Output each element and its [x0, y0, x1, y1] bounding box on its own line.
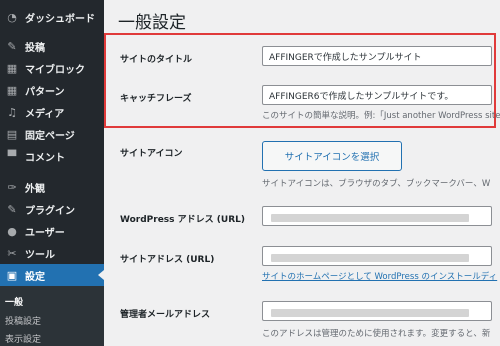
wordpress-address-label: WordPress アドレス (URL) [120, 215, 245, 225]
sidebar-item-tools[interactable]: ✂ ツール [0, 242, 104, 264]
sidebar-item-posts[interactable]: ✎ 投稿 [0, 35, 104, 57]
sidebar-item-label: メディア [25, 108, 65, 120]
submenu-item-reading[interactable]: 表示設定 [5, 332, 41, 345]
site-title-label: サイトのタイトル [120, 55, 193, 65]
dashboard-icon: ◔ [7, 10, 17, 24]
patterns-icon: ▦ [6, 83, 18, 97]
admin-email-description: このアドレスは管理のために使用されます。変更すると、新 [262, 329, 491, 339]
page-title: 一般設定 [118, 13, 186, 33]
settings-submenu: 一般 投稿設定 表示設定 [0, 286, 104, 346]
site-icon-description: サイトアイコンは、ブラウザのタブ、ブックマークバー、W [262, 179, 491, 189]
select-site-icon-button[interactable]: サイトアイコンを選択 [262, 141, 402, 171]
wrench-icon: ✂ [7, 246, 17, 260]
sidebar-item-label: ツール [25, 249, 55, 261]
site-title-input[interactable]: AFFINGERで作成したサンプルサイト [262, 46, 492, 66]
redacted-value [271, 214, 469, 222]
site-address-description-link[interactable]: サイトのホームページとして WordPress のインストールディ [262, 270, 500, 282]
sidebar-item-label: パターン [25, 86, 65, 98]
brush-icon: ✑ [7, 180, 17, 194]
main-content: 一般設定 サイトのタイトル AFFINGERで作成したサンプルサイト キャッチフ… [104, 0, 500, 346]
media-icon: ♫ [7, 105, 17, 119]
plugin-icon: ✎ [7, 202, 17, 216]
sidebar-item-myblocks[interactable]: ▦ マイブロック [0, 57, 104, 79]
sidebar-item-label: ダッシュボード [25, 13, 95, 25]
sidebar-item-label: プラグイン [25, 205, 75, 217]
sidebar-item-comments[interactable]: ▀ コメント [0, 145, 104, 167]
settings-icon: ▣ [6, 268, 18, 282]
sidebar-item-label: 設定 [25, 271, 45, 283]
sidebar-item-label: 投稿 [25, 42, 45, 54]
tagline-input[interactable]: AFFINGER6で作成したサンプルサイトです。 [262, 85, 492, 105]
sidebar-item-media[interactable]: ♫ メディア [0, 101, 104, 123]
sidebar-item-label: 外観 [25, 183, 45, 195]
admin-email-label: 管理者メールアドレス [120, 310, 211, 320]
admin-email-input[interactable] [262, 301, 492, 321]
page-icon: ▤ [6, 127, 18, 141]
site-address-input[interactable] [262, 246, 492, 266]
blocks-icon: ▦ [6, 61, 18, 75]
sidebar-item-label: コメント [25, 152, 65, 164]
sidebar-item-pages[interactable]: ▤ 固定ページ [0, 123, 104, 145]
submenu-item-general[interactable]: 一般 [5, 295, 23, 308]
redacted-value [271, 309, 469, 317]
site-icon-label: サイトアイコン [120, 149, 183, 159]
pin-icon: ✎ [7, 39, 17, 53]
sidebar-item-users[interactable]: ● ユーザー [0, 220, 104, 242]
user-icon: ● [7, 224, 17, 238]
wordpress-address-input[interactable] [262, 206, 492, 226]
sidebar-item-appearance[interactable]: ✑ 外観 [0, 176, 104, 198]
sidebar-item-label: 固定ページ [25, 130, 75, 142]
sidebar-item-settings[interactable]: ▣ 設定 [0, 264, 104, 286]
sidebar-item-dashboard[interactable]: ◔ ダッシュボード [0, 6, 104, 28]
redacted-value [271, 254, 469, 262]
admin-sidebar: ◔ ダッシュボード ✎ 投稿 ▦ マイブロック ▦ パターン ♫ メディア ▤ … [0, 0, 104, 346]
site-address-label: サイトアドレス (URL) [120, 255, 215, 265]
tagline-description: このサイトの簡単な説明。例:「Just another WordPress si… [262, 111, 500, 121]
sidebar-item-label: マイブロック [25, 64, 85, 76]
comment-icon: ▀ [7, 149, 17, 163]
sidebar-item-plugins[interactable]: ✎ プラグイン [0, 198, 104, 220]
sidebar-item-label: ユーザー [25, 227, 65, 239]
sidebar-item-patterns[interactable]: ▦ パターン [0, 79, 104, 101]
tagline-label: キャッチフレーズ [120, 94, 192, 104]
submenu-item-writing[interactable]: 投稿設定 [5, 314, 41, 327]
